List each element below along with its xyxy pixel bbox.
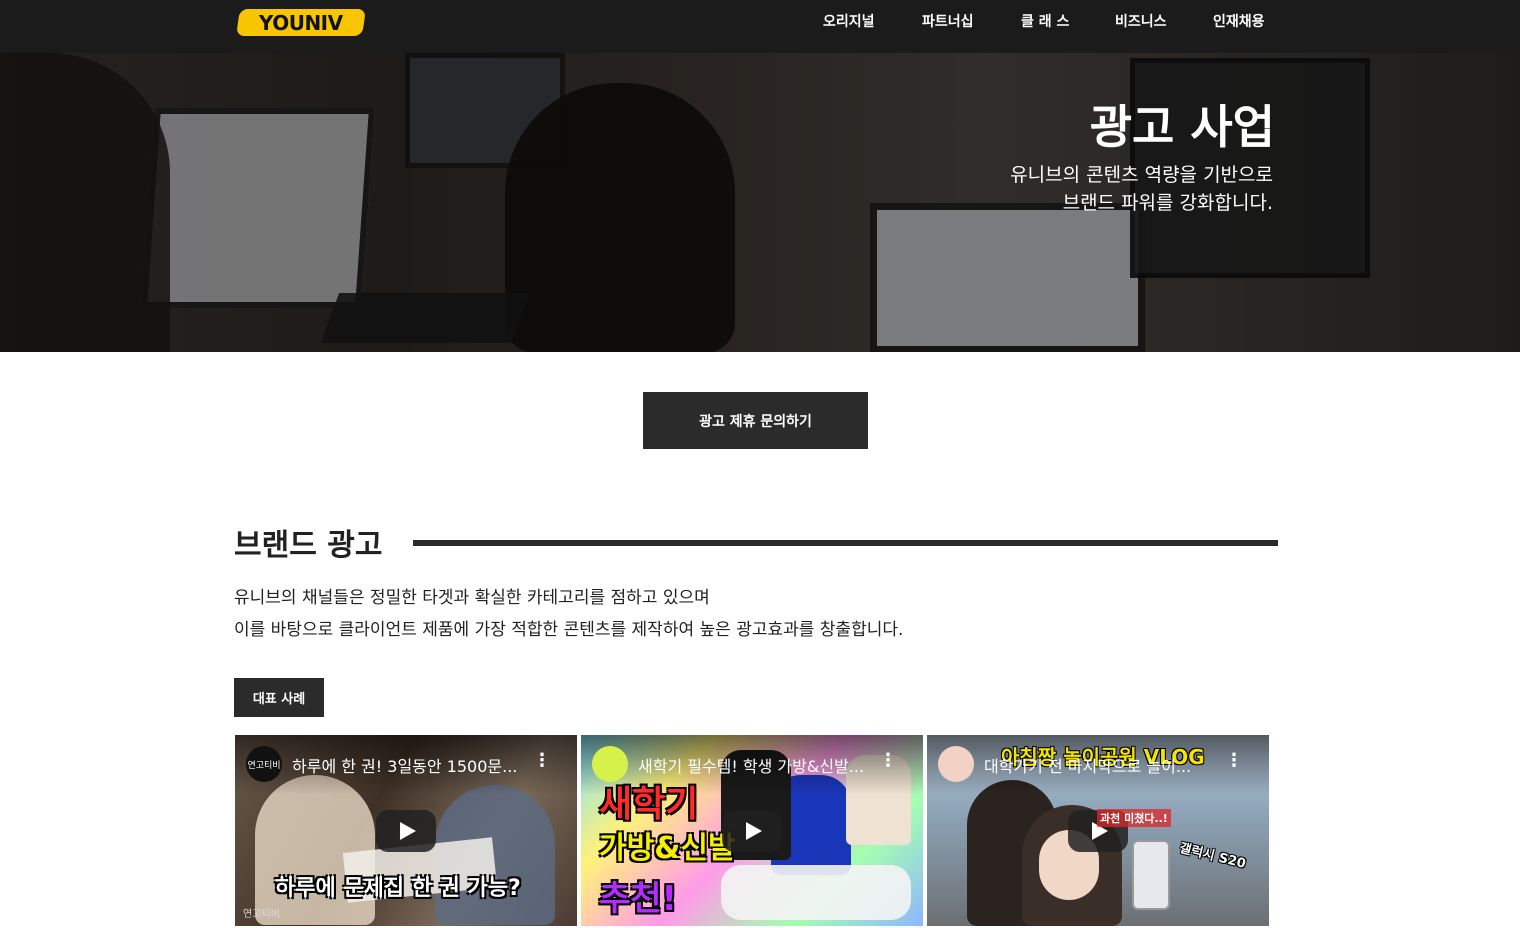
video-1-person-left [255,775,375,925]
video-1-more-icon[interactable]: ⋮ [533,752,551,770]
section-title: 브랜드 광고 [234,528,383,563]
nav-item-business[interactable]: 비즈니스 [1115,11,1167,31]
nav-item-partnership[interactable]: 파트너십 [922,11,974,31]
video-1-watermark: 연고티비 [243,909,280,920]
nav-item-class[interactable]: 클 래 스 [1021,11,1069,31]
hero-overlay [0,53,1520,352]
video-3-more-icon[interactable]: ⋮ [1225,752,1243,770]
video-3-phone [1132,840,1170,910]
video-2-play-button[interactable] [722,810,782,852]
hero-subtitle: 유니브의 콘텐츠 역량을 기반으로 브랜드 파워를 강화합니다. [1010,161,1273,217]
featured-cases-tag: 대표 사례 [234,678,324,717]
video-3-caption-side: 갤럭시 S20 [1177,840,1248,872]
video-1-caption: 하루에 문제집 한 권 가능? [275,876,521,901]
video-1-play-button[interactable] [376,810,436,852]
video-thumbnail-1[interactable]: 연고티비 하루에 한 권! 3일동안 1500문... ⋮ 하루에 문제집 한 … [235,735,577,926]
main-nav: 오리지널 파트너십 클 래 스 비즈니스 인재채용 [0,11,1520,31]
section-divider [413,540,1278,546]
ad-inquiry-button[interactable]: 광고 제휴 문의하기 [643,392,868,449]
video-3-channel-avatar[interactable] [938,746,974,782]
hero-subtitle-line1: 유니브의 콘텐츠 역량을 기반으로 [1010,164,1273,186]
video-1-channel-avatar[interactable]: 연고티비 [246,746,282,782]
section-description-line1: 유니브의 채널들은 정밀한 타겟과 확실한 카테고리를 점하고 있으며 [234,588,710,608]
nav-item-original[interactable]: 오리지널 [823,11,875,31]
video-3-title[interactable]: 대학가기 전 마지막으로 놀이... [984,753,1234,777]
hero-title: 광고 사업 [1089,100,1275,154]
video-thumbnail-2[interactable]: 새학기 필수템! 학생 가방&신발... ⋮ 새학기 가방&신발 추천! [581,735,923,926]
video-2-caption-line3: 추천! [599,879,678,919]
video-2-caption-line2: 가방&신발 [599,831,736,866]
video-thumbnail-3[interactable]: 아침짱 놀이공원 VLOG 대학가기 전 마지막으로 놀이... ⋮ 과천 미쳤… [927,735,1269,926]
video-2-caption-line1: 새학기 [599,784,699,825]
hero-banner: 광고 사업 유니브의 콘텐츠 역량을 기반으로 브랜드 파워를 강화합니다. [0,53,1520,352]
section-description: 유니브의 채널들은 정밀한 타겟과 확실한 카테고리를 점하고 있으며 이를 바… [234,582,903,646]
video-2-more-icon[interactable]: ⋮ [879,752,897,770]
video-1-title[interactable]: 하루에 한 권! 3일동안 1500문... [292,753,542,777]
video-2-title[interactable]: 새학기 필수템! 학생 가방&신발... [638,753,888,777]
hero-subtitle-line2: 브랜드 파워를 강화합니다. [1062,192,1273,214]
nav-item-recruit[interactable]: 인재채용 [1213,11,1265,31]
section-description-line2: 이를 바탕으로 클라이언트 제품에 가장 적합한 콘텐츠를 제작하여 높은 광고… [234,620,904,640]
video-2-shoes [721,865,911,920]
video-3-caption-small: 과천 미쳤다..! [1097,809,1171,827]
top-navigation-bar: YOUNIV 오리지널 파트너십 클 래 스 비즈니스 인재채용 [0,0,1520,53]
